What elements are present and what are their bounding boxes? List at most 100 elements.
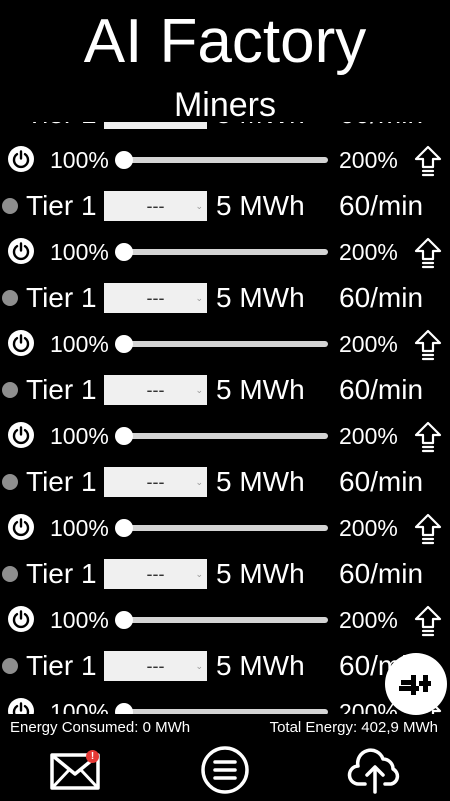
- overclock-min-label: 100%: [50, 607, 109, 633]
- upgrade-button[interactable]: [413, 604, 443, 638]
- miner-rate: 60/min: [339, 466, 424, 497]
- overclock-slider[interactable]: [115, 609, 328, 631]
- slider-thumb[interactable]: [115, 519, 133, 537]
- miner-item: Tier 1 --- ⌄ 5 MWh 60/min 10: [0, 644, 450, 714]
- power-button[interactable]: [8, 514, 34, 540]
- upgrade-arrow-icon: [414, 421, 442, 453]
- miner-tier: Tier 1: [26, 558, 97, 589]
- resource-select[interactable]: --- ⌄: [104, 283, 207, 313]
- upgrade-arrow-icon: [414, 605, 442, 637]
- miner-item: Tier 1 --- ⌄ 5 MWh 60/min 10: [0, 122, 450, 184]
- chevron-down-icon: ⌄: [195, 385, 203, 395]
- slider-thumb[interactable]: [115, 151, 133, 169]
- chevron-down-icon: ⌄: [195, 293, 203, 303]
- cloud-upload-button[interactable]: [347, 744, 403, 796]
- power-button[interactable]: [8, 606, 34, 632]
- miner-info-row: Tier 1 --- ⌄ 5 MWh 60/min: [0, 644, 450, 688]
- miner-info-row: Tier 1 --- ⌄ 5 MWh 60/min: [0, 184, 450, 228]
- chevron-down-icon: ⌄: [195, 661, 203, 671]
- overclock-min-label: 100%: [50, 239, 109, 265]
- upgrade-button[interactable]: [413, 328, 443, 362]
- slider-thumb[interactable]: [115, 335, 133, 353]
- status-dot-icon: [2, 658, 18, 674]
- miner-rate: 60/min: [339, 282, 424, 313]
- miner-info-row: Tier 1 --- ⌄ 5 MWh 60/min: [0, 122, 450, 136]
- bottom-nav: !: [0, 742, 450, 800]
- miner-overclock-row: 100% 200%: [0, 690, 450, 714]
- overclock-slider[interactable]: [115, 425, 328, 447]
- miner-overclock-row: 100% 200%: [0, 138, 450, 182]
- miner-info-row: Tier 1 --- ⌄ 5 MWh 60/min: [0, 276, 450, 320]
- chevron-down-icon: ⌄: [195, 569, 203, 579]
- overclock-slider[interactable]: [115, 333, 328, 355]
- overclock-min-label: 100%: [50, 699, 109, 714]
- slider-thumb[interactable]: [115, 427, 133, 445]
- power-button[interactable]: [8, 698, 34, 714]
- upgrade-button[interactable]: [413, 144, 443, 178]
- power-icon: [12, 518, 30, 537]
- power-icon: [12, 150, 30, 169]
- menu-icon: [201, 746, 249, 794]
- overclock-slider[interactable]: [115, 241, 328, 263]
- slider-thumb[interactable]: [115, 243, 133, 261]
- resource-select-value: ---: [146, 288, 165, 308]
- resource-select-value: ---: [146, 196, 165, 216]
- miner-info-row: Tier 1 --- ⌄ 5 MWh 60/min: [0, 552, 450, 596]
- upgrade-button[interactable]: [413, 236, 443, 270]
- app-title: AI Factory: [83, 7, 367, 76]
- miner-item: Tier 1 --- ⌄ 5 MWh 60/min 10: [0, 368, 450, 460]
- power-button[interactable]: [8, 238, 34, 264]
- slider-thumb[interactable]: [115, 703, 133, 714]
- resource-select[interactable]: --- ⌄: [104, 467, 207, 497]
- miner-tier: Tier 1: [26, 466, 97, 497]
- upgrade-arrow-icon: [414, 329, 442, 361]
- slider-track: [124, 617, 328, 623]
- notification-badge: !: [86, 750, 99, 763]
- miner-overclock-row: 100% 200%: [0, 414, 450, 458]
- resource-select-value: ---: [146, 564, 165, 584]
- add-miner-button[interactable]: [385, 653, 447, 715]
- slider-track: [124, 525, 328, 531]
- miner-list[interactable]: Tier 1 --- ⌄ 5 MWh 60/min 10: [0, 122, 450, 714]
- power-icon: [12, 610, 30, 629]
- upgrade-arrow-icon: [414, 145, 442, 177]
- overclock-slider[interactable]: [115, 701, 328, 714]
- overclock-slider[interactable]: [115, 517, 328, 539]
- resource-select[interactable]: --- ⌄: [104, 191, 207, 221]
- resource-select-value: ---: [146, 656, 165, 676]
- menu-button[interactable]: [197, 744, 253, 796]
- miner-energy: 5 MWh: [216, 282, 305, 313]
- energy-stats-bar: Energy Consumed: 0 MWh Total Energy: 402…: [0, 714, 450, 742]
- miner-rate: 60/min: [339, 374, 424, 405]
- upgrade-button[interactable]: [413, 420, 443, 454]
- upgrade-button[interactable]: [413, 512, 443, 546]
- energy-consumed: Energy Consumed: 0 MWh: [10, 719, 191, 736]
- status-dot-icon: [2, 382, 18, 398]
- power-button[interactable]: [8, 330, 34, 356]
- overclock-slider[interactable]: [115, 149, 328, 171]
- miner-overclock-row: 100% 200%: [0, 230, 450, 274]
- overclock-min-label: 100%: [50, 423, 109, 449]
- power-button[interactable]: [8, 422, 34, 448]
- slider-track: [124, 249, 328, 255]
- resource-select-value: ---: [146, 380, 165, 400]
- miner-overclock-row: 100% 200%: [0, 506, 450, 550]
- cloud-upload-icon: [347, 748, 400, 794]
- power-icon: [12, 426, 30, 445]
- slider-thumb[interactable]: [115, 611, 133, 629]
- miner-overclock-row: 100% 200%: [0, 322, 450, 366]
- overclock-max-label: 200%: [339, 331, 398, 357]
- overclock-min-label: 100%: [50, 331, 109, 357]
- miner-item: Tier 1 --- ⌄ 5 MWh 60/min 10: [0, 552, 450, 644]
- resource-select[interactable]: --- ⌄: [104, 651, 207, 681]
- mail-button[interactable]: !: [48, 744, 104, 796]
- slider-track: [124, 433, 328, 439]
- power-button[interactable]: [8, 146, 34, 172]
- miner-energy: 5 MWh: [216, 190, 305, 221]
- overclock-min-label: 100%: [50, 147, 109, 173]
- miner-item: Tier 1 --- ⌄ 5 MWh 60/min 10: [0, 460, 450, 552]
- resource-select[interactable]: --- ⌄: [104, 559, 207, 589]
- miner-rate: 60/min: [339, 190, 424, 221]
- resource-select[interactable]: --- ⌄: [104, 375, 207, 405]
- miner-tier: Tier 1: [26, 650, 97, 681]
